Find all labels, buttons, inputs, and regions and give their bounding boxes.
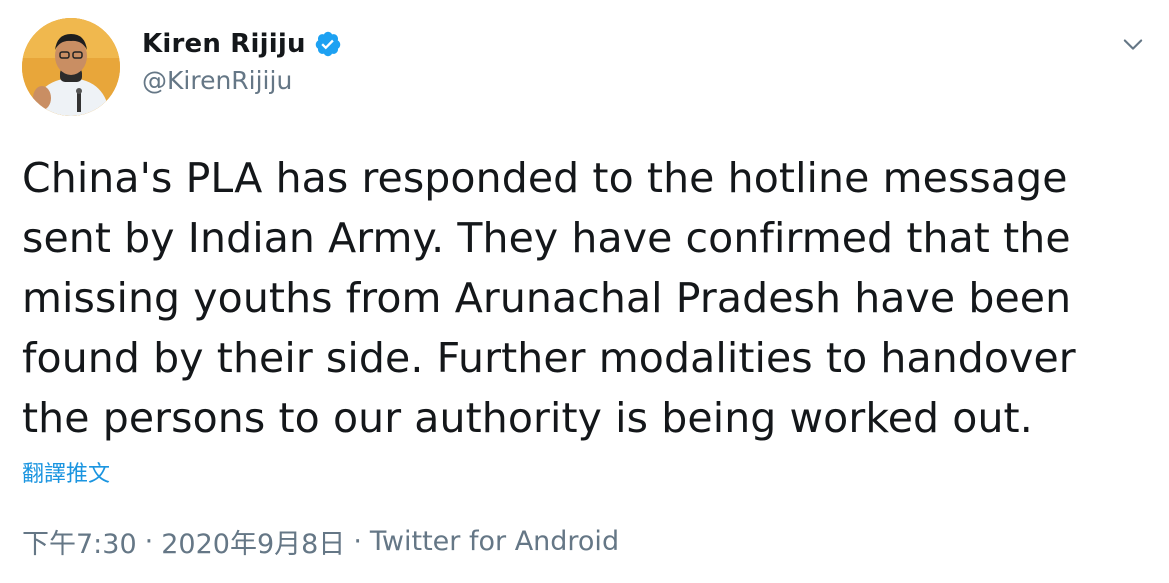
tweet-text-line: China's PLA has responded to the hotline… [22, 154, 1068, 202]
tweet-metadata: 下午7:30 · 2020年9月8日 · Twitter for Android [22, 522, 619, 561]
tweet-text-line: the persons to our authority is being wo… [22, 394, 1033, 442]
chevron-down-icon[interactable] [1119, 30, 1147, 58]
tweet-text-line: found by their side. Further modalities … [22, 334, 1076, 382]
tweet-card: Kiren Rijiju @KirenRijiju China's PLA ha… [0, 0, 1169, 583]
avatar[interactable] [22, 18, 120, 116]
tweet-date[interactable]: 2020年9月8日 [161, 522, 345, 561]
separator: · [353, 526, 362, 557]
tweet-header: Kiren Rijiju @KirenRijiju [142, 26, 342, 95]
profile-photo-icon [22, 18, 120, 116]
verified-badge-icon [314, 30, 342, 58]
translate-tweet-link[interactable]: 翻譯推文 [22, 456, 110, 488]
tweet-text-line: sent by Indian Army. They have confirmed… [22, 214, 1071, 262]
author-display-name[interactable]: Kiren Rijiju [142, 29, 306, 59]
tweet-time[interactable]: 下午7:30 [22, 522, 137, 561]
tweet-text-line: missing youths from Arunachal Pradesh ha… [22, 274, 1072, 322]
author-handle[interactable]: @KirenRijiju [142, 66, 342, 95]
name-row: Kiren Rijiju [142, 26, 342, 62]
tweet-text: China's PLA has responded to the hotline… [22, 148, 1142, 448]
tweet-source-link[interactable]: Twitter for Android [370, 526, 619, 557]
separator: · [144, 526, 154, 557]
